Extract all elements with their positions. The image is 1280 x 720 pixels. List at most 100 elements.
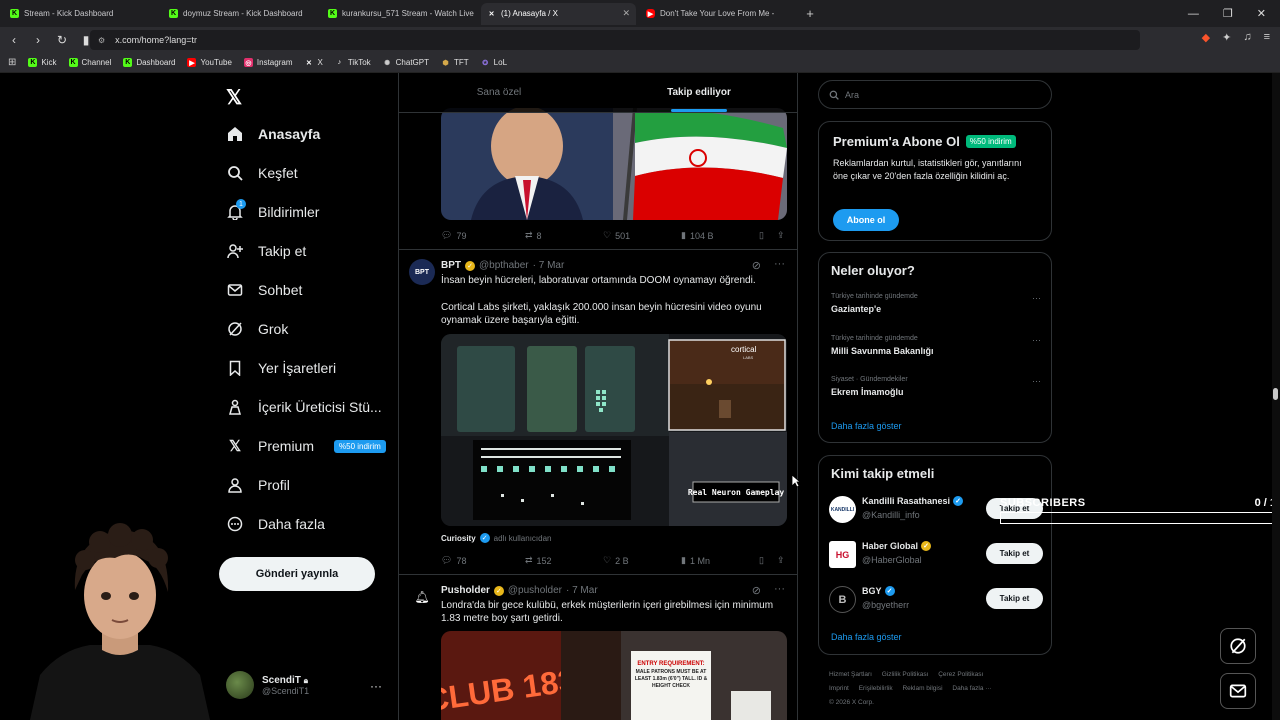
tweet-media[interactable]: cortical LABS Real Neuron Gameplay (441, 334, 787, 526)
bookmark-item[interactable]: K Channel (68, 58, 111, 67)
nav-item-bookmarks[interactable]: Yer İşaretleri (226, 359, 336, 377)
avatar[interactable]: 🔔︎ (409, 584, 435, 610)
tweet-date[interactable]: · 7 Mar (566, 585, 598, 596)
bookmark-item[interactable]: ✪ LoL (481, 58, 507, 67)
account-switcher[interactable]: ScendiT 🔒︎ @ScendiT1 (226, 671, 309, 699)
apps-grid-icon[interactable]: ⊞ (8, 57, 16, 68)
search-input[interactable]: Ara (818, 80, 1052, 109)
nav-item-follow[interactable]: Takip et (226, 242, 306, 260)
reply-button[interactable]: 💬︎ 79 (441, 230, 525, 241)
bookmark-item[interactable]: K Dashboard (123, 58, 175, 67)
trend-item[interactable]: Türkiye tarihinde gündemde Gaziantep'e ·… (831, 293, 1041, 314)
bookmark-item[interactable]: ✺ ChatGPT (383, 58, 429, 67)
views-button[interactable]: ▮ 104 B (681, 230, 759, 241)
close-tab-icon[interactable]: ✕ (622, 8, 630, 19)
post-button[interactable]: Gönderi yayınla (219, 557, 375, 591)
new-tab-icon[interactable]: + (801, 6, 819, 21)
minimize-icon[interactable]: — (1188, 8, 1199, 20)
messages-fab-icon[interactable] (1220, 673, 1256, 709)
footer-link[interactable]: Erişilebilirlik (859, 685, 893, 692)
like-button[interactable]: ♡ 501 (603, 230, 681, 241)
maximize-icon[interactable]: ❐ (1223, 7, 1233, 20)
bookmark-tweet-icon[interactable]: ▯ (759, 555, 777, 566)
bookmark-item[interactable]: ◎ Instagram (243, 58, 292, 67)
follow-button[interactable]: Takip et (986, 543, 1043, 564)
tweet-media[interactable] (441, 108, 787, 220)
nav-item-explore[interactable]: Keşfet (226, 164, 298, 182)
bookmark-item[interactable]: ✕ X (304, 58, 323, 67)
follow-button[interactable]: Takip et (986, 588, 1043, 609)
footer-link[interactable]: Imprint (829, 685, 849, 692)
browser-tab[interactable]: K Stream - Kick Dashboard (4, 3, 159, 25)
browser-tab-active[interactable]: ✕ (1) Anasayfa / X ✕ (481, 2, 636, 25)
tweet-more-icon[interactable]: ··· (774, 258, 785, 270)
author-name[interactable]: Pusholder (441, 585, 490, 596)
footer-link[interactable]: Çerez Politikası (938, 671, 983, 678)
nav-item-creator-studio[interactable]: İçerik Üreticisi Stü... (226, 398, 382, 416)
trend-item[interactable]: Türkiye tarihinde gündemde Milli Savunma… (831, 335, 1041, 356)
footer-link[interactable]: Hizmet Şartları (829, 671, 872, 678)
nav-item-home[interactable]: Anasayfa (226, 125, 320, 143)
menu-icon[interactable]: ≡ (1264, 31, 1270, 44)
footer-link[interactable]: Gizlilik Politikası (882, 671, 929, 678)
address-bar[interactable]: ⚙ x.com/home?lang=tr (90, 30, 1140, 50)
reload-icon[interactable]: ↻ (52, 33, 72, 47)
browser-tab[interactable]: K kurankursu_571 Stream - Watch Live (322, 3, 477, 25)
views-button[interactable]: ▮ 1 Mn (681, 555, 759, 566)
site-info-icon[interactable]: ⚙ (98, 36, 105, 45)
grok-fab-icon[interactable] (1220, 628, 1256, 664)
subscribe-button[interactable]: Abone ol (833, 209, 899, 231)
nav-item-profile[interactable]: Profil (226, 476, 290, 494)
attribution: Curiosity ✓ adlı kullanıcıdan (441, 533, 552, 543)
trend-more-icon[interactable]: ··· (1032, 335, 1041, 345)
author-handle[interactable]: @pusholder (508, 585, 562, 596)
avatar[interactable]: BPT (409, 259, 435, 285)
more-options-icon[interactable]: ··· (370, 679, 382, 693)
bookmark-tweet-icon[interactable]: ▯ (759, 230, 777, 241)
trend-more-icon[interactable]: ··· (1032, 376, 1041, 386)
bookmark-item[interactable]: ⬢ TFT (441, 58, 468, 67)
attrib-name[interactable]: Curiosity (441, 534, 476, 543)
tab-for-you[interactable]: Sana özel (399, 73, 599, 112)
extensions-icon[interactable]: ✦ (1222, 31, 1231, 44)
nav-item-premium[interactable]: 𝕏 Premium %50 indirim (226, 437, 386, 455)
nav-item-messages[interactable]: Sohbet (226, 281, 302, 299)
forward-icon[interactable]: › (28, 33, 48, 47)
show-more-link[interactable]: Daha fazla göster (831, 632, 902, 642)
close-window-icon[interactable]: ✕ (1257, 7, 1266, 20)
grok-icon[interactable]: ⊘ (752, 584, 761, 597)
like-button[interactable]: ♡ 2 B (603, 555, 681, 566)
author-name[interactable]: BPT (441, 260, 461, 271)
trend-more-icon[interactable]: ··· (1032, 293, 1041, 303)
bookmark-item[interactable]: ▶ YouTube (187, 58, 232, 67)
back-icon[interactable]: ‹ (4, 33, 24, 47)
share-icon[interactable]: ⇪ (777, 230, 785, 241)
tweet-media[interactable]: CLUB 183 ENTRY REQUIREMENT: MALE PATRONS… (441, 631, 787, 720)
share-icon[interactable]: ⇪ (777, 555, 785, 566)
reply-button[interactable]: 💬︎ 78 (441, 555, 525, 566)
show-more-link[interactable]: Daha fazla göster (831, 421, 902, 431)
follow-suggestion[interactable]: HG Haber Global ✓ @HaberGlobal Takip et (829, 539, 1043, 569)
nav-item-notifications[interactable]: 1 Bildirimler (226, 199, 319, 221)
bookmark-item[interactable]: ♪ TikTok (335, 58, 371, 67)
retweet-button[interactable]: ⇄ 152 (525, 555, 603, 566)
tab-following[interactable]: Takip ediliyor (599, 73, 797, 112)
follow-suggestion[interactable]: B BGY ✓ @bgyetherr Takip et (829, 584, 1043, 614)
scrollbar-thumb[interactable] (1273, 388, 1278, 400)
nav-item-more[interactable]: Daha fazla (226, 515, 325, 533)
nav-item-grok[interactable]: Grok (226, 320, 288, 338)
bookmark-item[interactable]: K Kick (28, 58, 57, 67)
footer-link[interactable]: Daha fazla ··· (952, 685, 991, 692)
grok-icon[interactable]: ⊘ (752, 259, 761, 272)
music-icon[interactable]: ♫ (1243, 31, 1251, 44)
x-logo-icon[interactable]: 𝕏 (226, 85, 242, 110)
trend-item[interactable]: Siyaset · Gündemdekiler Ekrem İmamoğlu ·… (831, 376, 1041, 397)
browser-tab[interactable]: ▶ Don't Take Your Love From Me - (640, 3, 795, 25)
browser-tab[interactable]: K doymuz Stream - Kick Dashboard (163, 3, 318, 25)
tweet-more-icon[interactable]: ··· (774, 583, 785, 595)
footer-link[interactable]: Reklam bilgisi (902, 685, 942, 692)
retweet-button[interactable]: ⇄ 8 (525, 230, 603, 241)
author-handle[interactable]: @bpthaber (479, 260, 529, 271)
brave-shield-icon[interactable]: ◆ (1202, 31, 1210, 44)
tweet-date[interactable]: · 7 Mar (533, 260, 565, 271)
